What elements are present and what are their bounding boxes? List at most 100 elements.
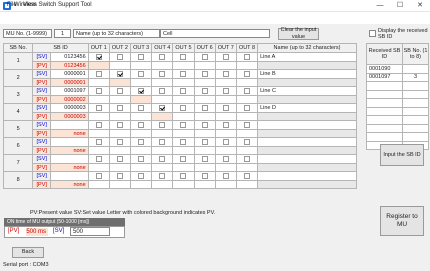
sb-id-sv-input[interactable] xyxy=(50,137,89,147)
out-checkbox[interactable] xyxy=(138,70,145,77)
out1-sv-cell[interactable] xyxy=(87,103,110,113)
out6-sv-cell[interactable] xyxy=(193,103,216,113)
received-sb-no-cell[interactable] xyxy=(402,81,429,91)
sb-id-sv-input[interactable]: 0000001 xyxy=(50,69,89,79)
out-checkbox[interactable] xyxy=(243,121,250,128)
out-checkbox[interactable] xyxy=(201,53,208,60)
received-sb-id-cell[interactable] xyxy=(366,98,403,108)
out8-sv-cell[interactable] xyxy=(235,137,259,147)
received-sb-no-cell[interactable] xyxy=(402,106,429,116)
out5-sv-cell[interactable] xyxy=(172,137,195,147)
out2-sv-cell[interactable] xyxy=(108,52,132,62)
out-checkbox[interactable] xyxy=(138,172,145,179)
received-sb-id-cell[interactable]: 0001097 xyxy=(366,72,403,82)
register-to-mu-button[interactable]: Register to MU xyxy=(380,206,424,236)
line-name-input[interactable]: Line C xyxy=(257,86,357,96)
out1-sv-cell[interactable] xyxy=(87,69,110,79)
out-checkbox[interactable] xyxy=(116,70,123,77)
out-checkbox[interactable] xyxy=(159,53,166,60)
out4-sv-cell[interactable] xyxy=(151,69,174,79)
sb-id-sv-input[interactable] xyxy=(50,154,89,164)
received-sb-no-cell[interactable] xyxy=(402,98,429,108)
out-checkbox[interactable] xyxy=(95,155,102,162)
out4-sv-cell[interactable] xyxy=(151,120,174,130)
sb-id-sv-input[interactable] xyxy=(50,120,89,130)
out-checkbox[interactable] xyxy=(243,155,250,162)
out-checkbox[interactable] xyxy=(243,87,250,94)
line-name-input[interactable] xyxy=(257,137,357,147)
out4-sv-cell[interactable] xyxy=(151,171,174,181)
out-checkbox[interactable] xyxy=(201,104,208,111)
out-checkbox[interactable] xyxy=(222,70,229,77)
out6-sv-cell[interactable] xyxy=(193,69,216,79)
out-checkbox[interactable] xyxy=(222,104,229,111)
out5-sv-cell[interactable] xyxy=(172,154,195,164)
out1-sv-cell[interactable] xyxy=(87,154,110,164)
out4-sv-cell[interactable] xyxy=(151,86,174,96)
out-checkbox[interactable] xyxy=(116,172,123,179)
out4-sv-cell[interactable] xyxy=(151,52,174,62)
out3-sv-cell[interactable] xyxy=(130,103,153,113)
out-checkbox[interactable] xyxy=(159,104,166,111)
out2-sv-cell[interactable] xyxy=(108,120,132,130)
out7-sv-cell[interactable] xyxy=(214,103,237,113)
display-received-checkbox[interactable] xyxy=(369,30,376,37)
received-sb-id-cell[interactable] xyxy=(366,106,403,116)
out-checkbox[interactable] xyxy=(116,53,123,60)
out1-sv-cell[interactable] xyxy=(87,86,110,96)
out-checkbox[interactable] xyxy=(138,87,145,94)
out1-sv-cell[interactable] xyxy=(87,120,110,130)
out-checkbox[interactable] xyxy=(95,172,102,179)
out-checkbox[interactable] xyxy=(138,121,145,128)
out-checkbox[interactable] xyxy=(222,138,229,145)
line-name-input[interactable]: Line D xyxy=(257,103,357,113)
out7-sv-cell[interactable] xyxy=(214,154,237,164)
received-sb-no-cell[interactable] xyxy=(402,89,429,99)
received-sb-id-cell[interactable]: 0001090 xyxy=(366,64,403,74)
sb-id-sv-input[interactable]: 0123456 xyxy=(50,52,89,62)
out-checkbox[interactable] xyxy=(243,70,250,77)
out2-sv-cell[interactable] xyxy=(108,154,132,164)
out-checkbox[interactable] xyxy=(138,104,145,111)
received-sb-no-cell[interactable] xyxy=(402,64,429,74)
out8-sv-cell[interactable] xyxy=(235,154,259,164)
out7-sv-cell[interactable] xyxy=(214,69,237,79)
clear-input-button[interactable]: Clear the input value xyxy=(278,27,319,40)
out2-sv-cell[interactable] xyxy=(108,86,132,96)
out-checkbox[interactable] xyxy=(116,155,123,162)
out-checkbox[interactable] xyxy=(116,104,123,111)
mu-name-input[interactable]: Cell xyxy=(160,29,270,38)
out-checkbox[interactable] xyxy=(180,70,187,77)
out-checkbox[interactable] xyxy=(201,172,208,179)
minimize-button[interactable]: — xyxy=(370,0,390,12)
out7-sv-cell[interactable] xyxy=(214,120,237,130)
out-checkbox[interactable] xyxy=(159,138,166,145)
out5-sv-cell[interactable] xyxy=(172,171,195,181)
out-checkbox[interactable] xyxy=(180,172,187,179)
received-sb-id-cell[interactable] xyxy=(366,81,403,91)
out-checkbox[interactable] xyxy=(222,155,229,162)
out2-sv-cell[interactable] xyxy=(108,171,132,181)
out-checkbox[interactable] xyxy=(222,87,229,94)
sb-id-sv-input[interactable]: 0000003 xyxy=(50,103,89,113)
input-sb-id-button[interactable]: Input the SB ID xyxy=(380,144,424,166)
out3-sv-cell[interactable] xyxy=(130,120,153,130)
out-checkbox[interactable] xyxy=(159,172,166,179)
out-checkbox[interactable] xyxy=(180,121,187,128)
out8-sv-cell[interactable] xyxy=(235,52,259,62)
out-checkbox[interactable] xyxy=(95,138,102,145)
out-checkbox[interactable] xyxy=(201,155,208,162)
out1-sv-cell[interactable] xyxy=(87,137,110,147)
out1-sv-cell[interactable] xyxy=(87,171,110,181)
out-checkbox[interactable] xyxy=(159,87,166,94)
on-time-sv-input[interactable]: 500 xyxy=(70,227,110,236)
out2-sv-cell[interactable] xyxy=(108,137,132,147)
received-sb-id-cell[interactable] xyxy=(366,89,403,99)
sb-id-sv-input[interactable] xyxy=(50,171,89,181)
out-checkbox[interactable] xyxy=(116,87,123,94)
out-checkbox[interactable] xyxy=(95,121,102,128)
out-checkbox[interactable] xyxy=(180,53,187,60)
received-sb-no-cell[interactable] xyxy=(402,132,429,142)
out8-sv-cell[interactable] xyxy=(235,86,259,96)
out2-sv-cell[interactable] xyxy=(108,103,132,113)
